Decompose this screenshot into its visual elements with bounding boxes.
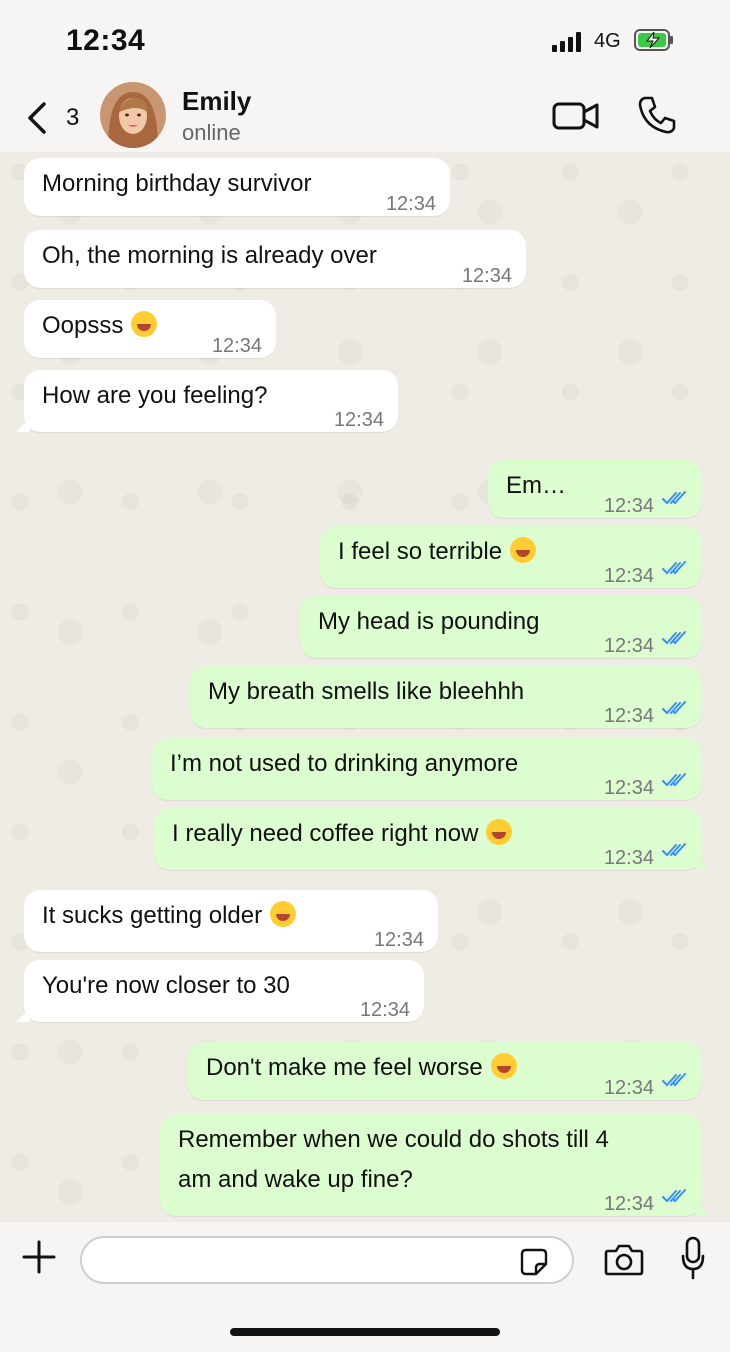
message-timestamp: 12:34 [603,705,654,727]
message-text: My head is pounding [318,608,540,635]
video-call-icon[interactable] [552,98,600,134]
read-receipt-icon [662,1189,686,1203]
message-timestamp: 12:34 [359,999,410,1021]
read-receipt-icon [662,773,686,787]
message-timestamp: 12:34 [603,495,654,517]
outgoing-message[interactable]: I’m not used to drinking anymore 12:34 [152,738,702,800]
status-time: 12:34 [66,24,146,57]
microphone-icon[interactable] [680,1236,706,1280]
message-timestamp: 12:34 [211,335,262,357]
laughing-emoji [490,1053,517,1079]
signal-icon [552,32,582,52]
battery-charging-icon [634,29,673,51]
message-input[interactable] [80,1236,574,1284]
back-arrow-icon[interactable] [24,100,50,136]
read-receipt-icon [662,631,686,645]
plus-icon[interactable] [22,1240,56,1274]
outgoing-message[interactable]: I feel so terrible 12:34 [320,526,702,588]
incoming-message[interactable]: You're now closer to 30 12:34 [16,960,424,1022]
incoming-message[interactable]: Oh, the morning is already over 12:34 [24,230,526,288]
status-bar: 12:34 4G [0,0,730,80]
message-timestamp: 12:34 [603,1077,654,1099]
message-text: Morning birthday survivor [42,170,312,197]
message-timestamp: 12:34 [373,929,424,951]
message-text: Remember when we could do shots till 4 am… [178,1126,609,1193]
message-text: My breath smells like bleehhh [208,678,525,705]
network-type: 4G [594,30,621,52]
message-text: I really need coffee right now [172,814,513,854]
message-text: I’m not used to drinking anymore [170,750,519,777]
camera-icon[interactable] [604,1242,644,1276]
contact-name[interactable]: Emily [182,86,251,117]
phone-call-icon[interactable] [636,94,678,136]
read-receipt-icon [662,491,686,505]
unread-count[interactable]: 3 [66,104,79,132]
read-receipt-icon [662,1073,686,1087]
outgoing-message[interactable]: My breath smells like bleehhh 12:34 [190,666,702,728]
outgoing-message[interactable]: Em… 12:34 [488,460,702,518]
message-text: Em… [506,472,566,499]
message-timestamp: 12:34 [603,565,654,587]
laughing-emoji [131,311,158,337]
incoming-message[interactable]: Morning birthday survivor 12:34 [24,158,450,216]
message-timestamp: 12:34 [603,635,654,657]
message-text: It sucks getting older [42,896,297,936]
message-timestamp: 12:34 [603,777,654,799]
message-timestamp: 12:34 [333,409,384,431]
message-text: Oopsss [42,306,158,346]
contact-avatar[interactable] [100,82,166,148]
sweat-smile-emoji [270,901,297,927]
chat-thread[interactable]: Morning birthday survivor 12:34 Oh, the mo… [0,152,730,1222]
message-timestamp: 12:34 [603,847,654,869]
read-receipt-icon [662,561,686,575]
outgoing-message[interactable]: I really need coffee right now 12:34 [154,808,710,870]
message-text: I feel so terrible [338,532,537,572]
sticker-icon[interactable] [520,1248,548,1276]
message-text: How are you feeling? [42,382,268,409]
chat-header: 3 Emily online [0,80,730,152]
incoming-message[interactable]: It sucks getting older 12:34 [24,890,438,952]
incoming-message[interactable]: Oopsss 12:34 [24,300,276,358]
message-timestamp: 12:34 [461,265,512,287]
incoming-message[interactable]: How are you feeling? 12:34 [16,370,398,432]
message-timestamp: 12:34 [385,193,436,215]
presence-status: online [182,120,241,145]
outgoing-message[interactable]: My head is pounding 12:34 [300,596,702,658]
message-text: You're now closer to 30 [42,972,290,999]
outgoing-message[interactable]: Remember when we could do shots till 4 am… [160,1114,710,1216]
outgoing-message[interactable]: Don't make me feel worse 12:34 [188,1042,702,1100]
message-text: Oh, the morning is already over [42,242,377,269]
home-indicator [230,1328,500,1336]
message-timestamp: 12:34 [603,1193,654,1215]
tired-emoji [486,819,513,845]
read-receipt-icon [662,843,686,857]
message-composer [0,1222,730,1352]
woozy-emoji [510,537,537,563]
message-text: Don't make me feel worse [206,1048,517,1088]
read-receipt-icon [662,701,686,715]
